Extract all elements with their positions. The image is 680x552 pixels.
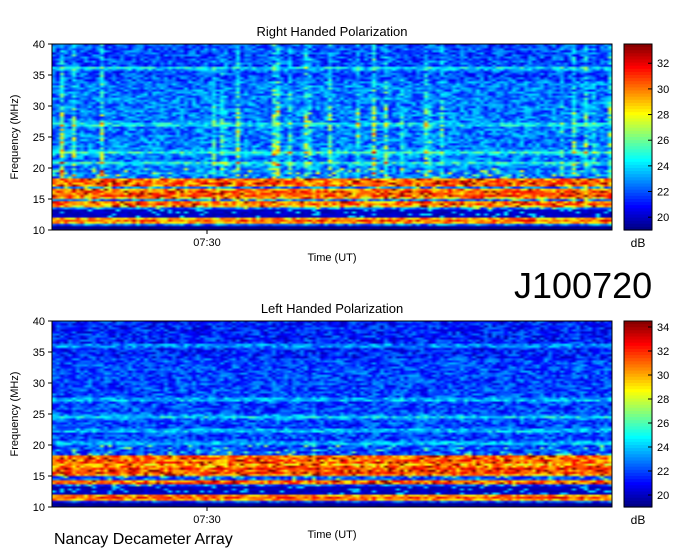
chart-title: Left Handed Polarization bbox=[261, 301, 403, 316]
colorbar-tick-label: 34 bbox=[657, 322, 669, 334]
y-tick-label: 40 bbox=[33, 39, 45, 51]
y-tick-label: 10 bbox=[33, 502, 45, 514]
colorbar-tick-label: 30 bbox=[657, 370, 669, 382]
x-tick-label: 07:30 bbox=[193, 237, 221, 249]
x-tick-label: 07:30 bbox=[193, 514, 221, 526]
colorbar-tick-label: 32 bbox=[657, 58, 669, 70]
colorbar-tick-label: 26 bbox=[657, 418, 669, 430]
colorbar-label: dB bbox=[631, 236, 646, 250]
chart-title: Right Handed Polarization bbox=[256, 24, 407, 39]
y-axis-label: Frequency (MHz) bbox=[9, 372, 21, 457]
colorbar-tick-label: 20 bbox=[657, 212, 669, 224]
y-axis-label: Frequency (MHz) bbox=[9, 95, 21, 180]
colorbar-tick-label: 26 bbox=[657, 135, 669, 147]
y-tick-label: 35 bbox=[33, 70, 45, 82]
colorbar-tick-label: 30 bbox=[657, 84, 669, 96]
observation-id-label: J100720 bbox=[514, 265, 653, 306]
colorbar-tick-label: 22 bbox=[657, 187, 669, 199]
colorbar-tick-label: 24 bbox=[657, 442, 669, 454]
y-tick-label: 20 bbox=[33, 440, 45, 452]
y-tick-label: 30 bbox=[33, 101, 45, 113]
y-tick-label: 40 bbox=[33, 316, 45, 328]
instrument-label: Nancay Decameter Array bbox=[54, 531, 233, 548]
colorbar-tick-label: 28 bbox=[657, 394, 669, 406]
y-tick-label: 15 bbox=[33, 194, 45, 206]
y-tick-label: 20 bbox=[33, 163, 45, 175]
y-tick-label: 25 bbox=[33, 409, 45, 421]
y-tick-label: 25 bbox=[33, 132, 45, 144]
y-tick-label: 15 bbox=[33, 471, 45, 483]
y-tick-label: 10 bbox=[33, 225, 45, 237]
colorbar-tick-label: 24 bbox=[657, 161, 669, 173]
panel-right-handed bbox=[48, 43, 653, 234]
colorbar-tick-label: 28 bbox=[657, 110, 669, 122]
y-tick-label: 35 bbox=[33, 347, 45, 359]
colorbar-label: dB bbox=[631, 513, 646, 527]
panel-left-handed bbox=[48, 320, 653, 511]
x-axis-label: Time (UT) bbox=[307, 252, 356, 264]
x-axis-label: Time (UT) bbox=[307, 529, 356, 541]
spectrogram-image bbox=[52, 44, 612, 230]
colorbar-tick-label: 32 bbox=[657, 346, 669, 358]
colorbar-tick-label: 20 bbox=[657, 490, 669, 502]
colorbar-tick-label: 22 bbox=[657, 466, 669, 478]
spectrogram-image bbox=[52, 321, 612, 507]
y-tick-label: 30 bbox=[33, 378, 45, 390]
